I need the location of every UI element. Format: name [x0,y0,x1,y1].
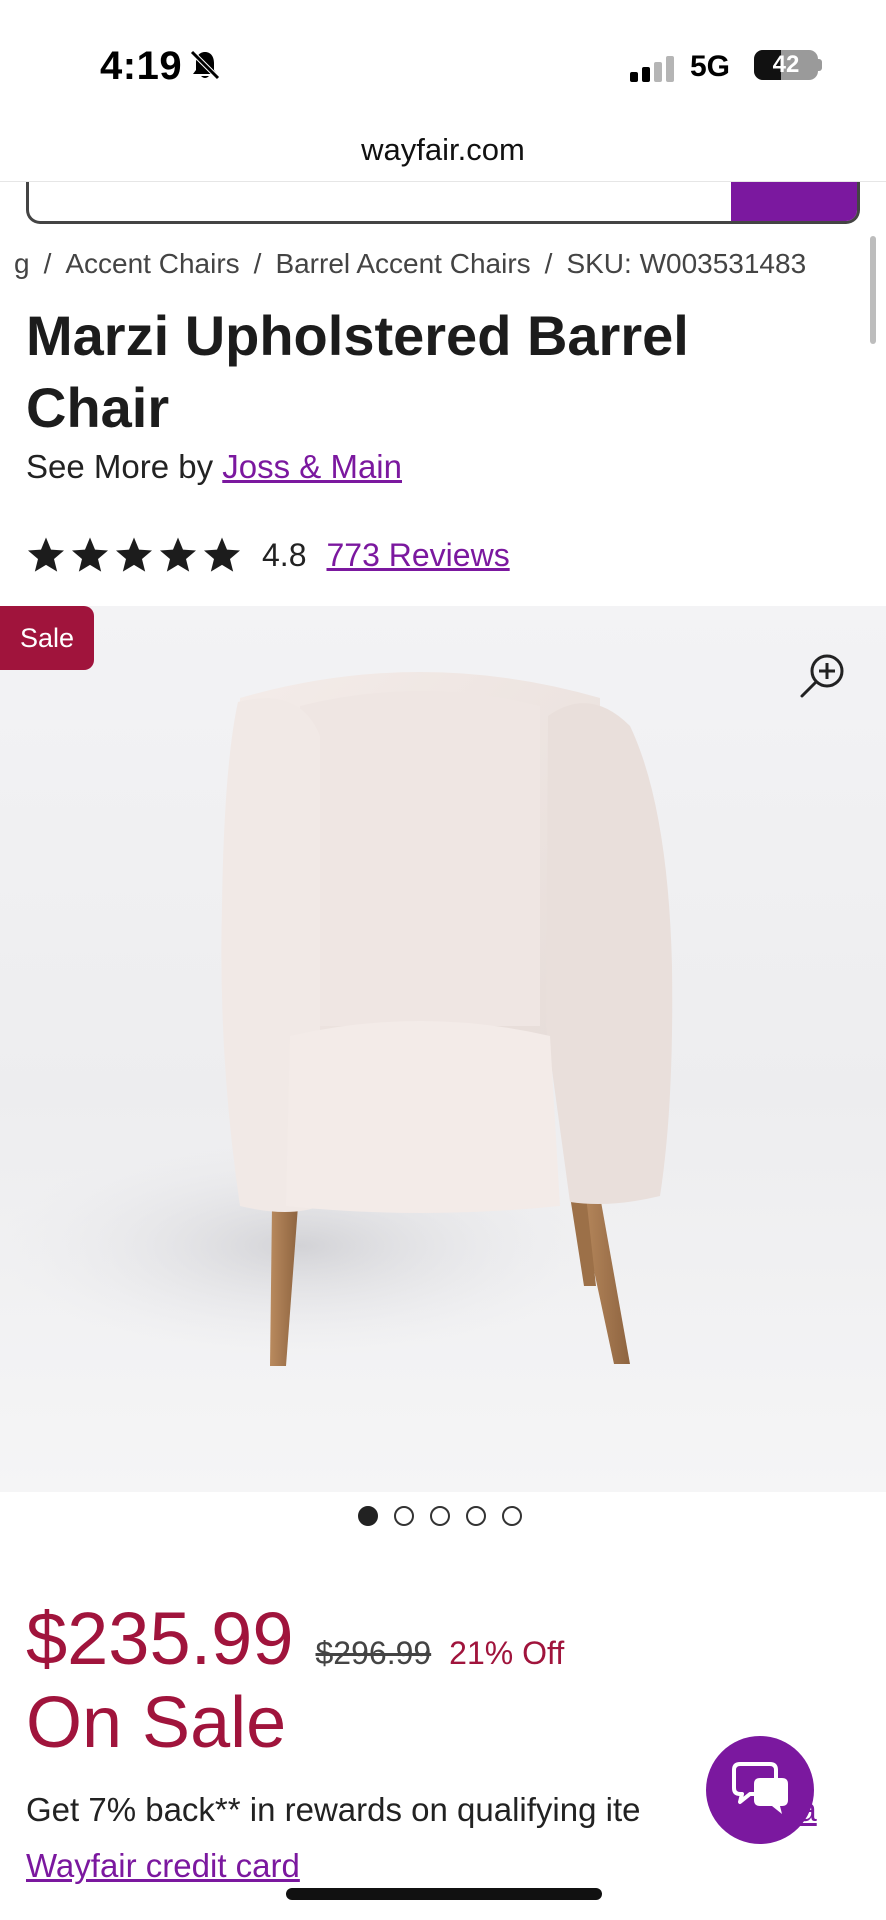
page-scrollbar[interactable] [870,236,876,344]
zoom-in-icon[interactable] [798,650,848,700]
address-bar[interactable]: wayfair.com [0,120,886,182]
carousel-dot[interactable] [430,1506,450,1526]
star-icon [160,537,196,572]
carousel-dot[interactable] [358,1506,378,1526]
battery-cap [818,59,822,71]
star-icon [28,537,64,572]
bell-muted-icon [190,50,220,80]
status-time: 4:19 [100,44,183,88]
breadcrumb-separator: / [253,248,262,279]
chair-illustration [0,672,673,1366]
chat-button[interactable] [706,1736,814,1844]
url-text[interactable]: wayfair.com [361,132,525,167]
carousel-dot[interactable] [394,1506,414,1526]
breadcrumb-item[interactable]: g [14,248,30,280]
sale-badge: Sale [0,606,94,670]
breadcrumb-separator: / [43,248,52,279]
battery-icon: 42 [754,50,818,80]
star-icon [72,537,108,572]
image-carousel-dots [358,1506,538,1526]
price-row: $235.99 $296.99 21% Off [26,1596,564,1681]
original-price: $296.99 [315,1635,432,1671]
see-more-label: See More by [26,448,223,485]
network-type: 5G [690,50,731,83]
breadcrumb-item-barrel-accent-chairs[interactable]: Barrel Accent Chairs [275,248,530,280]
product-title: Marzi Upholstered Barrel Chair [26,304,689,439]
product-image[interactable] [0,606,886,1492]
reviews-link[interactable]: 773 Reviews [326,537,509,574]
discount-label: 21% Off [449,1635,565,1671]
carousel-dot[interactable] [466,1506,486,1526]
chat-bubbles-icon [732,1762,788,1814]
sale-price: $235.99 [26,1597,294,1680]
rating-value: 4.8 [262,536,307,573]
breadcrumb-separator: / [544,248,553,279]
carousel-dot[interactable] [502,1506,522,1526]
breadcrumb-sku: SKU: W003531483 [566,248,807,279]
rewards-text: Get 7% back** in rewards on qualifying i… [26,1791,641,1828]
star-icon [204,537,240,572]
brand-link[interactable]: Joss & Main [222,448,402,485]
signal-icon [630,56,674,82]
rating-row[interactable]: 4.8 773 Reviews [26,530,510,580]
see-more-line: See More by Joss & Main [26,448,402,486]
breadcrumb-item-accent-chairs[interactable]: Accent Chairs [65,248,239,280]
battery-level: 42 [772,51,800,78]
star-icon [116,537,152,572]
breadcrumb: g / Accent Chairs / Barrel Accent Chairs / SKU… [0,248,886,288]
home-indicator[interactable] [286,1888,602,1900]
on-sale-label: On Sale [26,1683,287,1763]
status-bar: 4:19 5G 42 [0,0,886,120]
